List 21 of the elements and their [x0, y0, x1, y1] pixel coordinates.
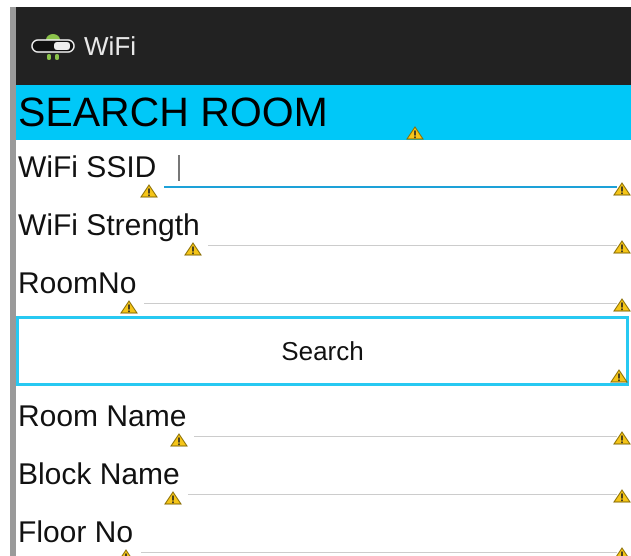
- warning-icon: [120, 300, 138, 314]
- warning-icon: [170, 433, 188, 447]
- warning-icon: [613, 489, 631, 503]
- field-label: RoomNo: [18, 267, 136, 300]
- warning-icon: [406, 126, 424, 140]
- field-label: WiFi Strength: [18, 209, 200, 242]
- warning-icon: [613, 298, 631, 312]
- field-label: Room Name: [18, 400, 186, 433]
- search-button[interactable]: Search: [16, 316, 629, 386]
- screen-title: SEARCH ROOM: [17, 92, 328, 133]
- field-label: Block Name: [18, 458, 180, 491]
- field-label: WiFi SSID: [18, 151, 156, 184]
- warning-icon: [184, 242, 202, 256]
- warning-icon: [140, 184, 158, 198]
- warning-icon: [613, 182, 631, 196]
- warning-icon: [164, 491, 182, 505]
- warning-icon: [613, 240, 631, 254]
- field-label: Floor No: [18, 516, 134, 549]
- app-title: WiFi: [84, 30, 136, 62]
- warning-icon: [610, 369, 628, 383]
- warning-icon: [613, 431, 631, 445]
